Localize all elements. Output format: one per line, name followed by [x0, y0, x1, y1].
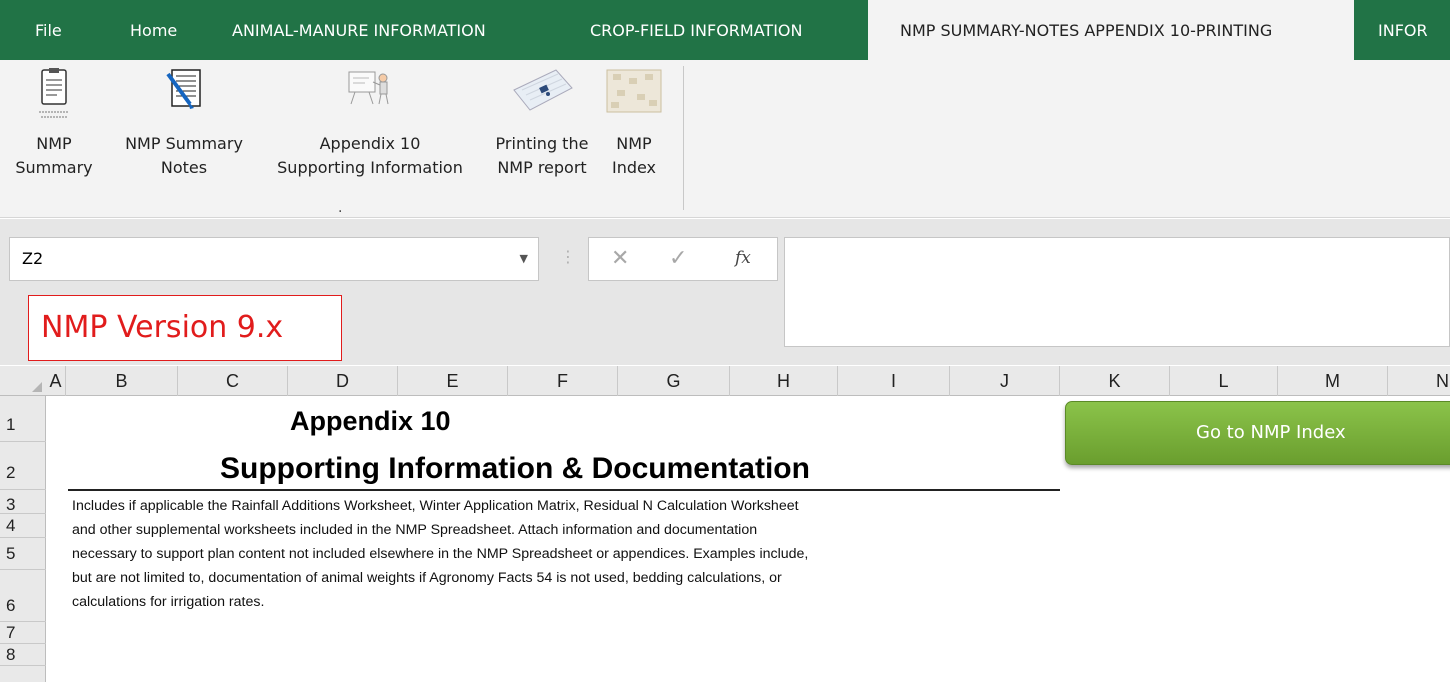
- appendix-10-supporting-information-button[interactable]: Appendix 10 Supporting Information: [262, 68, 478, 180]
- ribbon-button-label: Printing the: [495, 134, 589, 153]
- row-header[interactable]: 4: [0, 514, 46, 538]
- notes-doc-icon: [166, 69, 201, 109]
- select-all-corner[interactable]: [0, 366, 46, 396]
- more-options-icon: ⋮: [560, 247, 576, 266]
- row-header[interactable]: 5: [0, 538, 46, 570]
- row-header[interactable]: 7: [0, 622, 46, 644]
- nmp-summary-notes-button[interactable]: NMP Summary Notes: [114, 68, 254, 180]
- keyboard-icon: [513, 69, 573, 111]
- version-label: NMP Version 9.x: [28, 295, 342, 361]
- formula-controls: ✕ ✓ fx: [588, 237, 778, 281]
- column-header[interactable]: L: [1170, 366, 1278, 396]
- body-line: but are not limited to, documentation of…: [72, 570, 782, 586]
- column-header[interactable]: G: [618, 366, 730, 396]
- sheet-subtitle: Supporting Information & Documentation: [220, 452, 810, 485]
- printing-nmp-report-button[interactable]: Printing the NMP report: [484, 68, 600, 180]
- column-header[interactable]: B: [66, 366, 178, 396]
- cancel-icon[interactable]: ✕: [611, 246, 629, 271]
- column-header[interactable]: H: [730, 366, 838, 396]
- presentation-icon: [348, 71, 389, 105]
- body-line: calculations for irrigation rates.: [72, 594, 265, 610]
- column-headers: A B C D E F G H I J K L M N: [0, 366, 1450, 396]
- row-header[interactable]: 6: [0, 570, 46, 622]
- title-underline: [68, 489, 1060, 491]
- ribbon-button-label: NMP report: [497, 158, 587, 177]
- tab-nmp-summary-notes-appendix-printing[interactable]: NMP SUMMARY-NOTES APPENDIX 10-PRINTING: [868, 0, 1354, 61]
- ribbon-group-separator: [683, 66, 684, 210]
- tab-crop-field-information[interactable]: CROP-FIELD INFORMATION: [588, 0, 804, 60]
- column-header[interactable]: A: [46, 366, 66, 396]
- body-line: and other supplemental worksheets includ…: [72, 522, 758, 538]
- sheet-title: Appendix 10: [290, 406, 451, 436]
- row-header[interactable]: 8: [0, 644, 46, 666]
- ribbon-tab-bar: File Home ANIMAL-MANURE INFORMATION CROP…: [0, 0, 1450, 61]
- column-header[interactable]: E: [398, 366, 508, 396]
- body-line: necessary to support plan content not in…: [72, 546, 809, 562]
- tab-animal-manure-information[interactable]: ANIMAL-MANURE INFORMATION: [230, 0, 488, 60]
- column-header[interactable]: I: [838, 366, 950, 396]
- column-header[interactable]: F: [508, 366, 618, 396]
- ribbon-group-label: .: [338, 200, 343, 216]
- index-cards-icon: [606, 69, 662, 113]
- nmp-index-button[interactable]: NMP Index: [602, 68, 666, 180]
- column-header[interactable]: K: [1060, 366, 1170, 396]
- column-header[interactable]: N: [1388, 366, 1450, 396]
- ribbon-button-label: NMP: [616, 134, 652, 153]
- column-header[interactable]: J: [950, 366, 1060, 396]
- tab-file[interactable]: File: [33, 0, 64, 60]
- tab-information[interactable]: INFOR: [1376, 0, 1430, 60]
- ribbon-button-label: Notes: [160, 158, 208, 177]
- row-header[interactable]: 2: [0, 442, 46, 490]
- column-header[interactable]: D: [288, 366, 398, 396]
- formula-bar-area: Z2 ▼ ⋮ ✕ ✓ fx NMP Version 9.x: [0, 219, 1450, 365]
- column-header-label: N: [1436, 371, 1449, 391]
- ribbon-button-label: NMP: [36, 134, 72, 153]
- chevron-down-icon[interactable]: ▼: [520, 238, 528, 280]
- ribbon-button-label: Supporting Information: [277, 158, 463, 177]
- row-header[interactable]: 3: [0, 490, 46, 514]
- ribbon-button-label: Index: [611, 158, 657, 177]
- row-header[interactable]: 1: [0, 396, 46, 442]
- tab-home[interactable]: Home: [128, 0, 179, 60]
- select-all-triangle-icon: [32, 382, 42, 392]
- name-box[interactable]: Z2 ▼: [9, 237, 539, 281]
- row-headers: 1 2 3 4 5 6 7 8: [0, 396, 46, 682]
- formula-input[interactable]: [784, 237, 1450, 347]
- body-line: Includes if applicable the Rainfall Addi…: [72, 498, 799, 514]
- insert-function-icon[interactable]: fx: [735, 248, 751, 268]
- ribbon-button-label: Appendix 10: [319, 134, 421, 153]
- nmp-summary-button[interactable]: NMP Summary: [14, 68, 94, 180]
- name-box-value: Z2: [22, 249, 44, 268]
- sheet-body-text: Includes if applicable the Rainfall Addi…: [72, 494, 1062, 614]
- ribbon-button-label: Summary: [15, 158, 93, 177]
- enter-icon[interactable]: ✓: [669, 246, 687, 271]
- go-to-nmp-index-button[interactable]: Go to NMP Index: [1065, 401, 1450, 465]
- column-header[interactable]: C: [178, 366, 288, 396]
- ribbon-panel: NMP Summary NMP Summary Notes Appendix 1…: [0, 60, 1450, 218]
- column-header[interactable]: M: [1278, 366, 1388, 396]
- summary-doc-icon: [39, 68, 69, 118]
- ribbon-button-label: NMP Summary: [125, 134, 243, 153]
